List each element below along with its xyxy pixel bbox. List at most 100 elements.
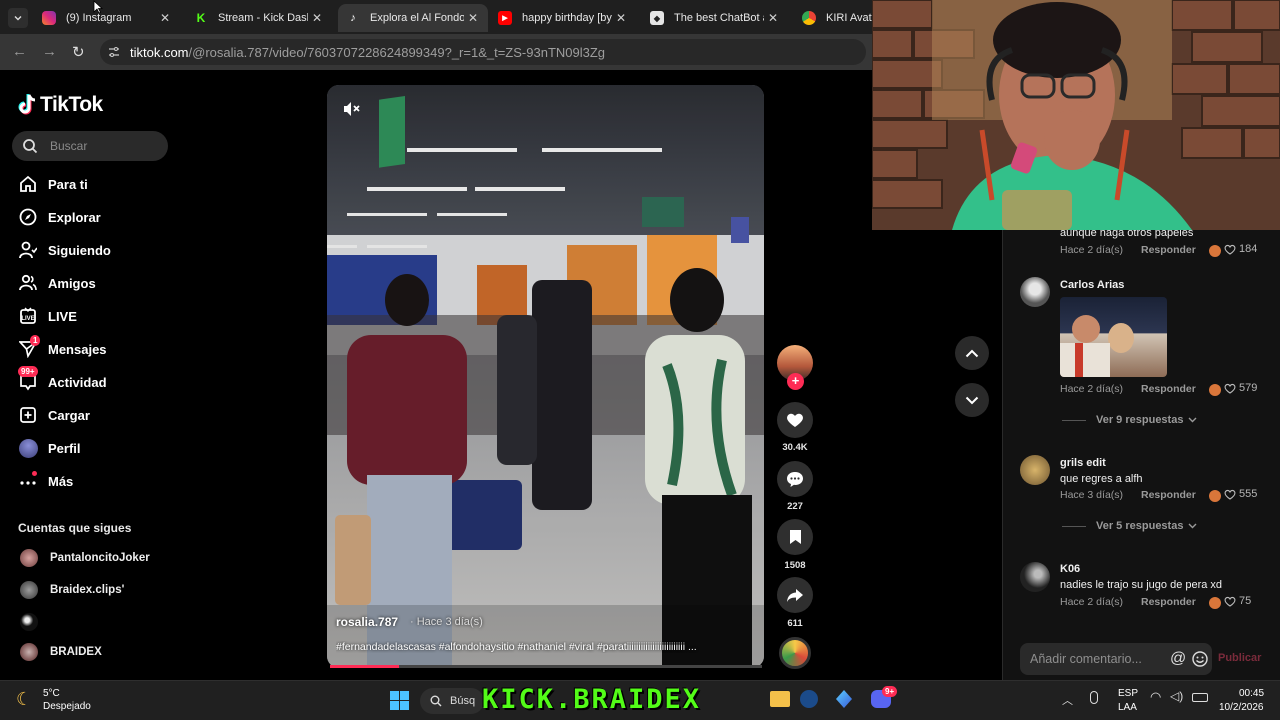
account-name: BRAIDEX: [50, 646, 102, 658]
url-path: /@rosalia.787/video/7603707228624899349?…: [188, 44, 606, 60]
tab-tiktok[interactable]: ♪ Explora el Al Fondo H ✕: [338, 4, 488, 32]
comment-author[interactable]: Carlos Arias: [1060, 279, 1124, 291]
comment-icon: [787, 471, 803, 487]
reply-button[interactable]: Responder: [1141, 596, 1196, 608]
chevron-down-icon: [965, 396, 979, 404]
youtube-icon: ▶: [498, 11, 512, 25]
nav-para-ti[interactable]: Para ti: [18, 172, 88, 196]
weather-temp[interactable]: 5°C: [43, 688, 60, 699]
share-button[interactable]: [777, 577, 813, 613]
tab-kiri-avatar[interactable]: KIRI Avatar: [794, 4, 872, 32]
reply-button[interactable]: Responder: [1141, 244, 1196, 256]
nav-perfil[interactable]: Perfil: [18, 436, 81, 460]
clock-date[interactable]: 10/2/2026: [1219, 702, 1264, 713]
tab-kick-dashboard[interactable]: K Stream - Kick Dashbo ✕: [186, 4, 332, 32]
weather-desc[interactable]: Despejado: [43, 701, 91, 712]
video-author[interactable]: rosalia.787: [336, 615, 398, 629]
taskbar-search[interactable]: Búsq: [420, 688, 484, 714]
close-tab-icon[interactable]: ✕: [308, 11, 326, 25]
publish-button[interactable]: Publicar: [1218, 652, 1261, 664]
weather-icon[interactable]: ☾: [16, 689, 32, 710]
reply-button[interactable]: Responder: [1141, 489, 1196, 501]
nav-live[interactable]: LIVE LIVE: [18, 304, 77, 328]
url-field[interactable]: tiktok.com/@rosalia.787/video/7603707228…: [100, 39, 866, 65]
forward-icon[interactable]: →: [42, 43, 57, 60]
app-icon[interactable]: [836, 690, 852, 708]
following-account[interactable]: PantaloncitoJoker: [20, 548, 150, 568]
mute-icon[interactable]: [341, 99, 361, 119]
emoji-icon[interactable]: [1192, 651, 1208, 667]
mention-icon[interactable]: @: [1170, 650, 1186, 668]
close-tab-icon[interactable]: ✕: [464, 11, 482, 25]
comment-author[interactable]: grils edit: [1060, 457, 1106, 469]
video-player[interactable]: [327, 85, 764, 668]
previous-video-button[interactable]: [955, 336, 989, 370]
tab-instagram[interactable]: (9) Instagram ✕: [34, 4, 180, 32]
nav-actividad[interactable]: 99+ Actividad: [18, 366, 107, 394]
like-button[interactable]: [777, 402, 813, 438]
next-video-button[interactable]: [955, 383, 989, 417]
comment-like[interactable]: 555: [1224, 488, 1257, 500]
comment-input[interactable]: Añadir comentario... @: [1020, 643, 1212, 675]
messages-badge: 1: [30, 335, 41, 346]
comment-author[interactable]: K06: [1060, 563, 1080, 575]
avatar[interactable]: [1020, 455, 1050, 485]
close-tab-icon[interactable]: ✕: [764, 11, 782, 25]
reload-icon[interactable]: ↻: [72, 43, 85, 61]
tab-list-dropdown-icon[interactable]: [8, 8, 28, 28]
view-replies-button[interactable]: Ver 5 respuestas: [1062, 520, 1197, 532]
logo-text: TikTok: [40, 93, 103, 116]
windows-start-icon[interactable]: [390, 691, 409, 710]
following-account[interactable]: [20, 612, 50, 632]
comment-like[interactable]: 184: [1224, 243, 1257, 255]
save-button[interactable]: [777, 519, 813, 555]
avatar: [20, 581, 38, 599]
nav-mensajes[interactable]: 1 Mensajes: [18, 335, 107, 361]
language-code[interactable]: ESP: [1118, 688, 1138, 699]
view-replies-button[interactable]: Ver 9 respuestas: [1062, 414, 1197, 426]
tiktok-logo[interactable]: TikTok: [18, 93, 103, 117]
nav-cargar[interactable]: Cargar: [18, 403, 90, 427]
steam-icon[interactable]: [800, 690, 818, 708]
file-explorer-icon[interactable]: [770, 691, 790, 707]
tiktok-icon: ♪: [350, 12, 356, 24]
comment-like[interactable]: 579: [1224, 382, 1257, 394]
following-section-title: Cuentas que sigues: [18, 521, 132, 535]
comment-image[interactable]: [1060, 297, 1167, 377]
tab-chatbot[interactable]: ◆ The best ChatBot anc ✕: [642, 4, 788, 32]
close-tab-icon[interactable]: ✕: [156, 11, 174, 25]
nav-explorar[interactable]: Explorar: [18, 205, 101, 229]
tab-youtube[interactable]: ▶ happy birthday [by d ✕: [490, 4, 636, 32]
battery-icon[interactable]: [1192, 693, 1208, 702]
language-layout[interactable]: LAA: [1118, 702, 1137, 713]
site-settings-icon[interactable]: [108, 46, 120, 58]
search-input[interactable]: Buscar: [12, 131, 168, 161]
comment-button[interactable]: [777, 461, 813, 497]
clock-time[interactable]: 00:45: [1239, 688, 1264, 699]
back-icon[interactable]: ←: [12, 43, 27, 60]
volume-icon[interactable]: ◁): [1170, 689, 1183, 703]
avatar: [20, 549, 38, 567]
nav-mas[interactable]: Más: [18, 469, 73, 493]
avatar[interactable]: [1020, 562, 1050, 592]
nav-label: Mensajes: [48, 341, 107, 357]
nav-label: Cargar: [48, 407, 90, 423]
close-tab-icon[interactable]: ✕: [612, 11, 630, 25]
sound-disc[interactable]: [779, 637, 811, 669]
follow-plus-icon[interactable]: +: [787, 373, 804, 390]
like-count: 555: [1239, 488, 1258, 500]
nav-amigos[interactable]: Amigos: [18, 271, 96, 295]
video-hashtags[interactable]: #fernandadelascasas #alfondohaysitio #na…: [336, 641, 756, 653]
reply-button[interactable]: Responder: [1141, 383, 1196, 395]
nav-siguiendo[interactable]: Siguiendo: [18, 238, 111, 262]
comment-like[interactable]: 75: [1224, 595, 1251, 607]
following-account[interactable]: Braidex.clips': [20, 580, 124, 600]
divider: [1062, 419, 1086, 421]
microphone-icon[interactable]: [1090, 691, 1098, 704]
chevron-up-icon[interactable]: ︿: [1062, 692, 1073, 708]
avatar[interactable]: [1020, 277, 1050, 307]
video-progress-bar[interactable]: [330, 665, 762, 668]
heart-outline-icon: [1224, 244, 1236, 255]
wifi-icon[interactable]: ◠: [1150, 689, 1161, 705]
following-account[interactable]: BRAIDEX: [20, 642, 102, 662]
